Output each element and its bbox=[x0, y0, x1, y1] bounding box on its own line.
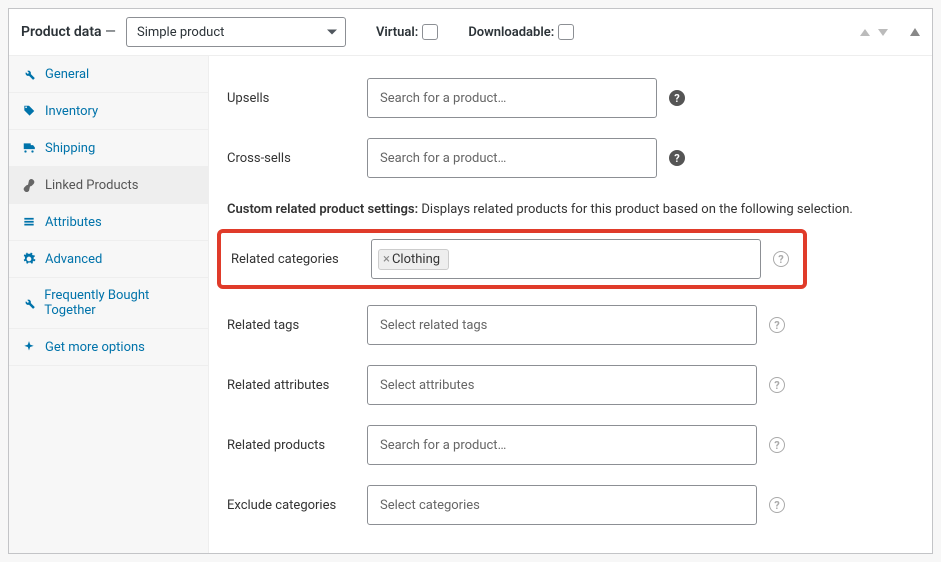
related-attributes-input[interactable]: Select attributes bbox=[367, 365, 757, 405]
related-tags-input[interactable]: Select related tags bbox=[367, 305, 757, 345]
move-down-icon[interactable] bbox=[878, 29, 888, 36]
sidebar-item-label: Advanced bbox=[45, 252, 102, 267]
sidebar-item-label: Get more options bbox=[45, 340, 145, 355]
help-icon[interactable]: ? bbox=[773, 251, 789, 267]
related-tags-placeholder: Select related tags bbox=[380, 318, 487, 333]
title-dash: — bbox=[102, 24, 116, 40]
wrench-icon bbox=[21, 295, 36, 311]
crosssells-row: Cross-sells Search for a product… ? bbox=[227, 128, 914, 188]
help-icon[interactable]: ? bbox=[769, 377, 785, 393]
custom-section-heading: Custom related product settings: Display… bbox=[227, 188, 914, 223]
category-tag[interactable]: × Clothing bbox=[378, 249, 449, 270]
product-type-value: Simple product bbox=[137, 25, 224, 40]
crosssells-label: Cross-sells bbox=[227, 151, 355, 166]
sidebar: General Inventory Shipping Linked Produc… bbox=[9, 56, 209, 553]
product-data-panel: Product data — Simple product Virtual: D… bbox=[8, 8, 933, 554]
virtual-checkbox[interactable] bbox=[422, 24, 438, 40]
related-tags-row: Related tags Select related tags ? bbox=[227, 295, 914, 355]
virtual-text: Virtual: bbox=[376, 25, 418, 40]
list-icon bbox=[21, 214, 37, 230]
upsells-input[interactable]: Search for a product… bbox=[367, 78, 657, 118]
sidebar-item-label: Attributes bbox=[45, 215, 102, 230]
sidebar-item-label: Inventory bbox=[45, 104, 98, 119]
related-attributes-row: Related attributes Select attributes ? bbox=[227, 355, 914, 415]
help-icon[interactable]: ? bbox=[669, 150, 685, 166]
exclude-categories-row: Exclude categories Select categories ? bbox=[227, 475, 914, 535]
remove-tag-icon[interactable]: × bbox=[383, 253, 390, 266]
gear-icon bbox=[21, 251, 37, 267]
sidebar-item-advanced[interactable]: Advanced bbox=[9, 241, 208, 278]
downloadable-text: Downloadable: bbox=[468, 25, 554, 40]
crosssells-placeholder: Search for a product… bbox=[380, 151, 506, 166]
sidebar-item-label: General bbox=[45, 67, 89, 82]
product-type-select[interactable]: Simple product bbox=[126, 17, 346, 47]
sidebar-item-linked-products[interactable]: Linked Products bbox=[9, 167, 208, 204]
wrench-icon bbox=[21, 66, 37, 82]
panel-header: Product data — Simple product Virtual: D… bbox=[9, 9, 932, 56]
related-tags-label: Related tags bbox=[227, 318, 355, 333]
panel-title: Product data — bbox=[21, 24, 116, 40]
title-text: Product data bbox=[21, 24, 102, 40]
virtual-label: Virtual: bbox=[376, 24, 438, 40]
sidebar-item-label: Shipping bbox=[45, 141, 95, 156]
crosssells-input[interactable]: Search for a product… bbox=[367, 138, 657, 178]
help-icon[interactable]: ? bbox=[769, 497, 785, 513]
sidebar-item-attributes[interactable]: Attributes bbox=[9, 204, 208, 241]
sidebar-item-more-options[interactable]: Get more options bbox=[9, 329, 208, 366]
upsells-row: Upsells Search for a product… ? bbox=[227, 68, 914, 128]
downloadable-checkbox[interactable] bbox=[558, 24, 574, 40]
exclude-categories-placeholder: Select categories bbox=[380, 498, 480, 513]
downloadable-label: Downloadable: bbox=[468, 24, 574, 40]
sparkle-icon bbox=[21, 339, 37, 355]
exclude-categories-input[interactable]: Select categories bbox=[367, 485, 757, 525]
help-icon[interactable]: ? bbox=[769, 317, 785, 333]
sidebar-item-general[interactable]: General bbox=[9, 56, 208, 93]
chevron-down-icon bbox=[327, 30, 337, 35]
sidebar-item-inventory[interactable]: Inventory bbox=[9, 93, 208, 130]
related-products-row: Related products Search for a product… ? bbox=[227, 415, 914, 475]
related-products-label: Related products bbox=[227, 438, 355, 453]
related-categories-highlight: Related categories × Clothing ? bbox=[217, 229, 807, 289]
related-products-input[interactable]: Search for a product… bbox=[367, 425, 757, 465]
help-icon[interactable]: ? bbox=[669, 90, 685, 106]
move-up-icon[interactable] bbox=[860, 29, 870, 36]
upsells-label: Upsells bbox=[227, 91, 355, 106]
exclude-categories-label: Exclude categories bbox=[227, 498, 355, 513]
custom-heading-rest: Displays related products for this produ… bbox=[418, 202, 853, 217]
sidebar-item-fbt[interactable]: Frequently Bought Together bbox=[9, 278, 208, 329]
custom-heading-bold: Custom related product settings: bbox=[227, 202, 418, 217]
sidebar-item-shipping[interactable]: Shipping bbox=[9, 130, 208, 167]
help-icon[interactable]: ? bbox=[769, 437, 785, 453]
related-categories-label: Related categories bbox=[231, 252, 359, 267]
sidebar-item-label: Frequently Bought Together bbox=[44, 288, 196, 318]
related-attributes-label: Related attributes bbox=[227, 378, 355, 393]
tag-icon bbox=[21, 103, 37, 119]
panel-controls bbox=[860, 28, 920, 36]
related-categories-input[interactable]: × Clothing bbox=[371, 239, 761, 279]
related-attributes-placeholder: Select attributes bbox=[380, 378, 474, 393]
toggle-panel-icon[interactable] bbox=[910, 28, 920, 36]
related-products-placeholder: Search for a product… bbox=[380, 438, 506, 453]
tag-label: Clothing bbox=[392, 252, 440, 267]
upsells-placeholder: Search for a product… bbox=[380, 91, 506, 106]
content-area: Upsells Search for a product… ? Cross-se… bbox=[209, 56, 932, 553]
link-icon bbox=[21, 177, 37, 193]
panel-body: General Inventory Shipping Linked Produc… bbox=[9, 56, 932, 553]
sidebar-item-label: Linked Products bbox=[45, 178, 138, 193]
truck-icon bbox=[21, 140, 37, 156]
